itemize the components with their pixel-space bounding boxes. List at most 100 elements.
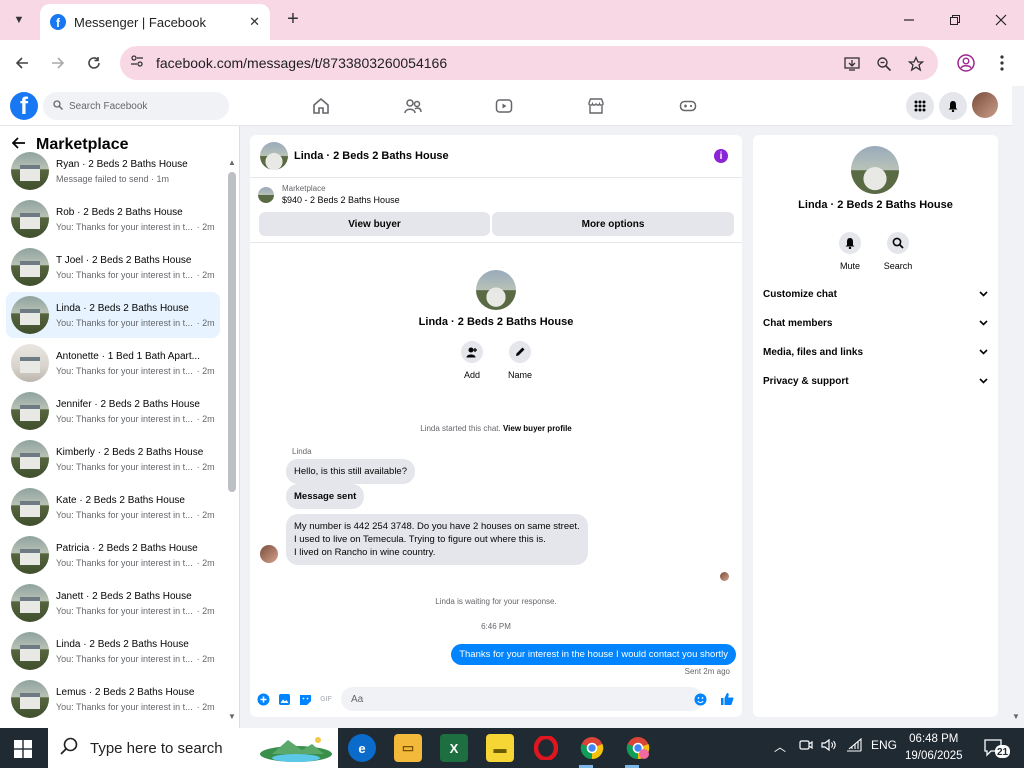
thumbs-up-icon[interactable]: [720, 692, 734, 706]
message-input[interactable]: Aa: [341, 687, 703, 711]
details-section[interactable]: Chat members: [763, 318, 988, 329]
conversation-item[interactable]: Kate · 2 Beds 2 Baths House You: Thanks f…: [6, 484, 220, 530]
new-tab-button[interactable]: +: [283, 8, 303, 31]
gaming-icon[interactable]: [678, 96, 698, 116]
friends-icon[interactable]: [403, 96, 423, 116]
facebook-search-input[interactable]: Search Facebook: [43, 92, 229, 120]
video-icon[interactable]: [494, 96, 514, 116]
edge-icon[interactable]: e: [348, 734, 376, 762]
contact-avatar[interactable]: [476, 270, 516, 310]
facebook-logo-icon[interactable]: f: [10, 92, 38, 120]
back-arrow-icon[interactable]: [11, 52, 33, 74]
conversation-item[interactable]: Ryan · 2 Beds 2 Baths House Message faile…: [6, 148, 220, 194]
conversation-item[interactable]: Patricia · 2 Beds 2 Baths House You: Than…: [6, 532, 220, 578]
listing-price-title: $940 - 2 Beds 2 Baths House: [282, 195, 400, 205]
listing-summary[interactable]: Marketplace $940 - 2 Beds 2 Baths House: [258, 184, 400, 205]
bookmark-star-icon[interactable]: [906, 54, 926, 74]
conversation-name: Jennifer · 2 Beds 2 Baths House: [56, 398, 200, 410]
conversation-preview: You: Thanks for your interest in t... · 2…: [56, 654, 215, 664]
search-action[interactable]: Search: [878, 232, 918, 271]
left-scrollbar[interactable]: [228, 172, 236, 492]
meet-now-icon[interactable]: [799, 738, 813, 755]
message-bubble[interactable]: Message sent: [286, 484, 365, 509]
mute-action[interactable]: Mute: [830, 232, 870, 271]
network-icon[interactable]: [846, 737, 862, 755]
listing-thumbnail: [11, 296, 49, 334]
marketplace-icon[interactable]: [586, 96, 606, 116]
sticker-icon[interactable]: [298, 692, 312, 706]
details-section[interactable]: Customize chat: [763, 289, 988, 300]
file-explorer-icon[interactable]: ▭: [394, 734, 422, 762]
conversation-item[interactable]: Antonette · 1 Bed 1 Bath Apart... You: Th…: [6, 340, 220, 386]
facebook-favicon-icon: f: [50, 14, 66, 30]
name-action[interactable]: Name: [500, 341, 540, 380]
opera-icon[interactable]: [532, 734, 560, 762]
details-section[interactable]: Media, files and links: [763, 347, 988, 358]
browser-menu-icon[interactable]: [991, 52, 1013, 74]
volume-icon[interactable]: [821, 738, 837, 755]
divider: [250, 242, 742, 243]
conversation-item[interactable]: Kimberly · 2 Beds 2 Baths House You: Than…: [6, 436, 220, 482]
photo-icon[interactable]: [277, 692, 291, 706]
notifications-bell-icon[interactable]: [939, 92, 967, 120]
conversation-item[interactable]: Rob · 2 Beds 2 Baths House You: Thanks fo…: [6, 196, 220, 242]
gif-icon[interactable]: GIF: [319, 692, 333, 706]
conversation-item[interactable]: Janett · 2 Beds 2 Baths House You: Thanks…: [6, 580, 220, 626]
home-icon[interactable]: [311, 96, 331, 116]
conversation-item[interactable]: T Joel · 2 Beds 2 Baths House You: Thanks…: [6, 244, 220, 290]
add-action[interactable]: Add: [452, 341, 492, 380]
browser-tab[interactable]: f Messenger | Facebook ✕: [40, 4, 270, 40]
listing-thumbnail: [11, 536, 49, 574]
language-indicator[interactable]: ENG: [871, 738, 897, 752]
conversation-item[interactable]: Lemus · 2 Beds 2 Baths House You: Thanks …: [6, 676, 220, 722]
account-avatar[interactable]: [972, 92, 998, 118]
profile-icon[interactable]: [955, 52, 977, 74]
search-highlight-icon[interactable]: [258, 732, 334, 768]
page-scroll-down-icon[interactable]: ▼: [1012, 712, 1020, 721]
conversation-item[interactable]: Linda · 2 Beds 2 Baths House You: Thanks …: [6, 292, 220, 338]
tray-chevron-up-icon[interactable]: ︿: [774, 738, 786, 755]
conversation-item[interactable]: Linda · 2 Beds 2 Baths House You: Thanks …: [6, 628, 220, 674]
view-buyer-button[interactable]: View buyer: [259, 212, 490, 236]
windows-start-icon[interactable]: [14, 740, 32, 758]
message-bubble[interactable]: Hello, is this still available?: [286, 459, 415, 484]
conversation-item[interactable]: Jennifer · 2 Beds 2 Baths House You: Than…: [6, 388, 220, 434]
chrome-icon[interactable]: [578, 734, 606, 762]
plus-circle-icon[interactable]: [256, 692, 270, 706]
forward-arrow-icon[interactable]: [47, 52, 69, 74]
listing-thumbnail: [11, 488, 49, 526]
notifications-icon[interactable]: 21: [983, 736, 1011, 763]
restore-icon[interactable]: [942, 8, 968, 32]
tab-close-icon[interactable]: ✕: [249, 14, 260, 30]
view-buyer-profile-link[interactable]: View buyer profile: [503, 424, 572, 433]
details-section[interactable]: Privacy & support: [763, 376, 988, 387]
taskbar-search-box[interactable]: Type here to search: [48, 728, 338, 768]
outgoing-message-bubble[interactable]: Thanks for your interest in the house I …: [451, 644, 736, 665]
zoom-icon[interactable]: [874, 54, 894, 74]
listing-thumbnail: [11, 200, 49, 238]
taskbar-clock[interactable]: 06:48 PM 19/06/2025: [905, 731, 963, 765]
site-info-icon[interactable]: [130, 54, 144, 73]
more-options-button[interactable]: More options: [492, 212, 734, 236]
details-avatar[interactable]: [851, 146, 899, 194]
sender-avatar[interactable]: [260, 545, 278, 563]
address-bar[interactable]: facebook.com/messages/t/8733803260054166: [120, 46, 938, 80]
message-bubble[interactable]: My number is 442 254 3748. Do you have 2…: [286, 514, 588, 565]
chat-thumbnail[interactable]: [260, 142, 288, 170]
minimize-icon[interactable]: [896, 8, 922, 32]
tab-search-chevron-icon[interactable]: ▼: [8, 10, 30, 30]
close-window-icon[interactable]: [988, 8, 1014, 32]
chrome-profile-icon[interactable]: [624, 734, 652, 762]
scroll-up-icon[interactable]: ▲: [228, 158, 236, 167]
chat-title[interactable]: Linda · 2 Beds 2 Baths House: [294, 150, 449, 162]
reload-icon[interactable]: [83, 52, 105, 74]
scroll-down-icon[interactable]: ▼: [228, 712, 236, 721]
install-app-icon[interactable]: [842, 54, 862, 74]
excel-icon[interactable]: X: [440, 734, 468, 762]
info-icon[interactable]: i: [714, 149, 728, 163]
emoji-icon[interactable]: [693, 692, 707, 706]
sticky-notes-icon[interactable]: ▬: [486, 734, 514, 762]
browser-toolbar: facebook.com/messages/t/8733803260054166: [0, 40, 1024, 86]
details-section-label: Chat members: [763, 318, 833, 329]
menu-grid-icon[interactable]: [906, 92, 934, 120]
